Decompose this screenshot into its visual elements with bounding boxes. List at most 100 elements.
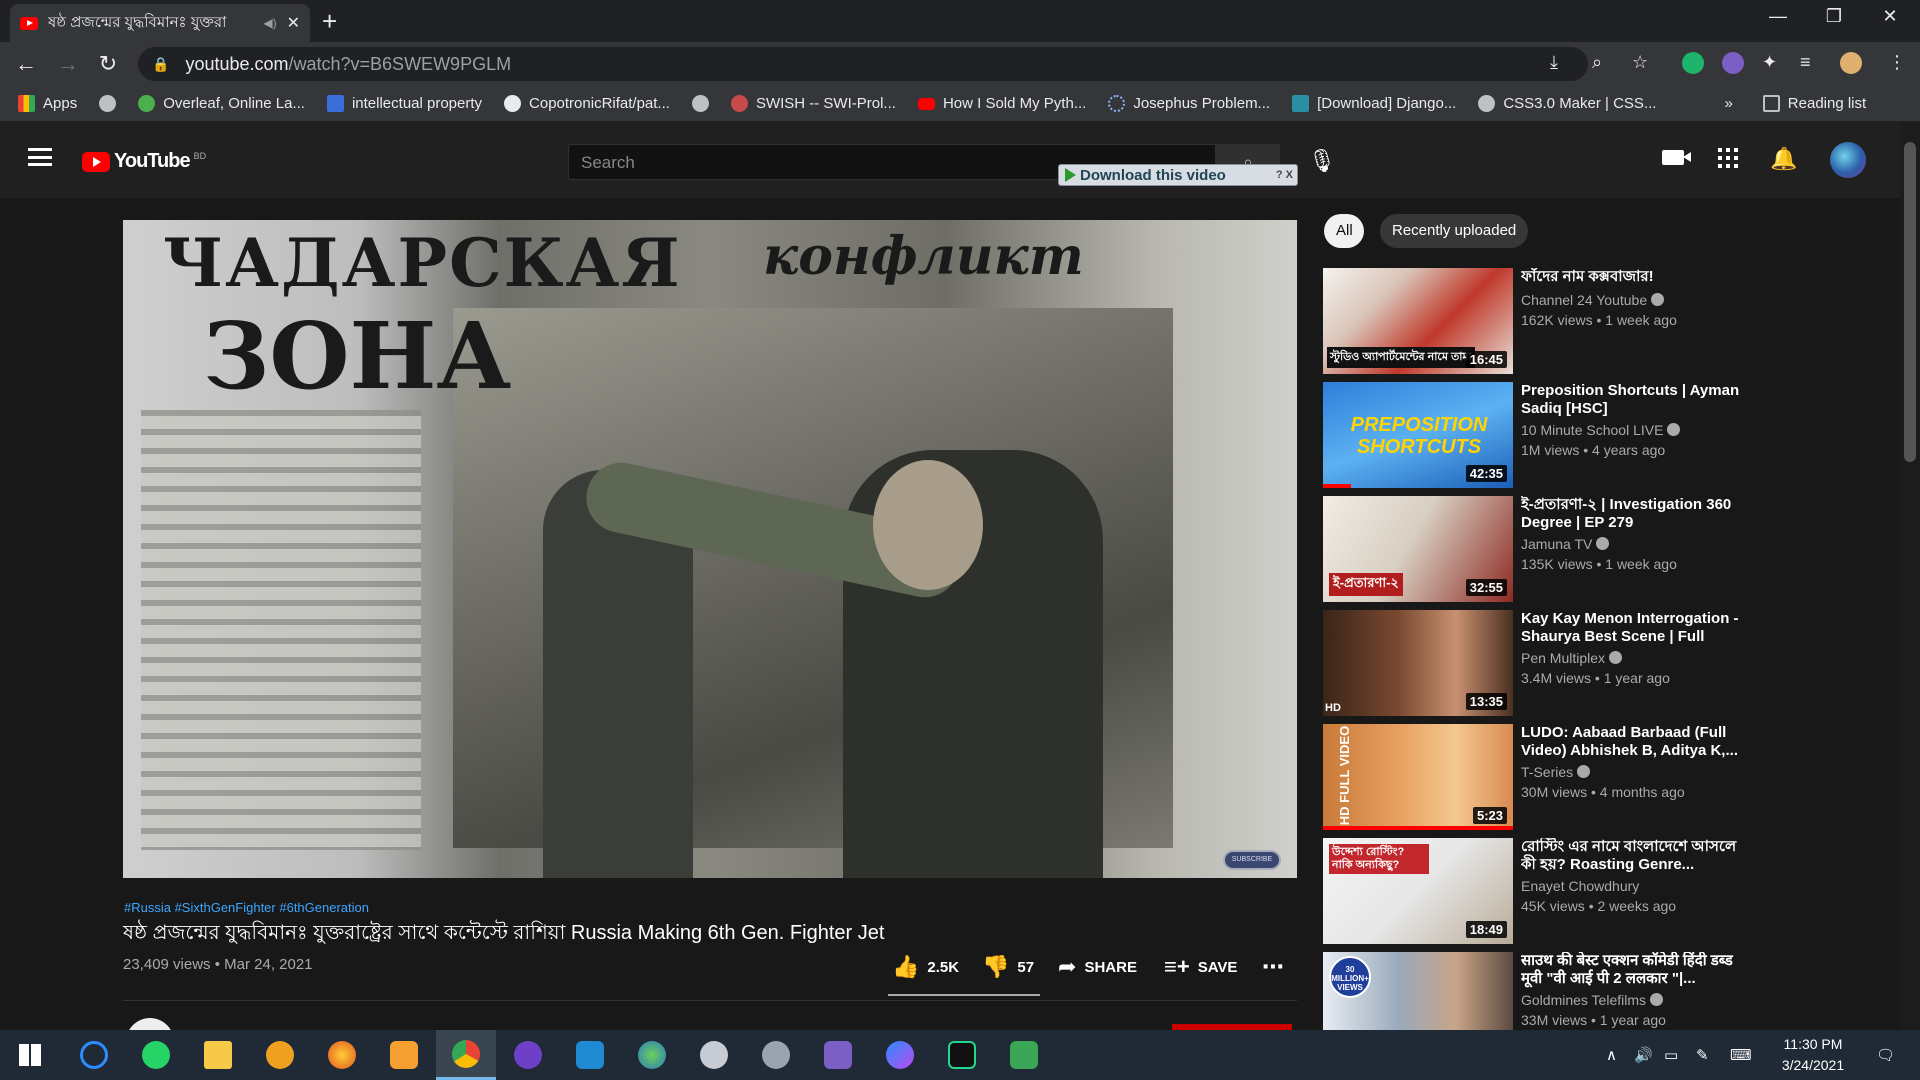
- taskbar-app-whatsapp[interactable]: [126, 1030, 186, 1080]
- recommendation-item[interactable]: উদ্দেশ্য রোস্টিং? নাকি অন্যকিছু? 18:49 র…: [1323, 838, 1843, 944]
- reload-icon[interactable]: ↻: [94, 51, 122, 77]
- recommendation-channel[interactable]: Pen Multiplex: [1521, 650, 1623, 666]
- recommendation-channel[interactable]: 10 Minute School LIVE: [1521, 422, 1681, 438]
- close-window-icon[interactable]: ✕: [1870, 6, 1910, 27]
- chrome-menu-icon[interactable]: ⋮: [1888, 52, 1906, 73]
- taskbar-app-vscode[interactable]: [560, 1030, 620, 1080]
- taskbar-app-pycharm[interactable]: [932, 1030, 992, 1080]
- video-thumbnail[interactable]: স্টুডিও অ্যাপার্টমেন্টের নামে তামা 16:45: [1323, 268, 1513, 374]
- recommendation-title[interactable]: ফাঁদের নাম কক্সবাজার!: [1521, 268, 1753, 286]
- video-thumbnail[interactable]: ই-প্রতারণা-২ 32:55: [1323, 496, 1513, 602]
- bookmark-globe[interactable]: [99, 95, 117, 112]
- recommendation-channel[interactable]: Channel 24 Youtube: [1521, 292, 1665, 308]
- extensions-puzzle-icon[interactable]: ✦: [1762, 52, 1777, 73]
- minimize-window-icon[interactable]: —: [1758, 6, 1798, 27]
- new-tab-icon[interactable]: +: [322, 6, 337, 37]
- video-thumbnail[interactable]: 30 MILLION+ VIEWS: [1323, 952, 1513, 1030]
- video-player[interactable]: ЧАДАРСКАЯ конфликт ЗОНА SUBSCRIBE: [123, 220, 1297, 878]
- restore-window-icon[interactable]: ❐: [1814, 6, 1854, 27]
- media-queue-icon[interactable]: ≡: [1800, 52, 1811, 73]
- recommendation-item[interactable]: 30 MILLION+ VIEWS साउथ की बेस्ट एक्शन कॉ…: [1323, 952, 1843, 1030]
- pen-icon[interactable]: ✎: [1696, 1046, 1709, 1064]
- grammarly-extension-icon[interactable]: [1682, 52, 1704, 74]
- back-icon[interactable]: ←: [12, 51, 40, 77]
- recommendation-item[interactable]: HD 13:35 Kay Kay Menon Interrogation - S…: [1323, 610, 1843, 716]
- youtube-apps-icon[interactable]: [1718, 148, 1738, 168]
- taskbar-app-satellite[interactable]: [746, 1030, 806, 1080]
- hamburger-menu-icon[interactable]: [28, 148, 52, 166]
- download-video-button[interactable]: Download this video ? X: [1058, 164, 1298, 186]
- notifications-bell-icon[interactable]: 🔔: [1770, 146, 1797, 172]
- chip-recently-uploaded[interactable]: Recently uploaded: [1380, 214, 1529, 248]
- bookmark-youtube[interactable]: How I Sold My Pyth...: [917, 95, 1086, 112]
- video-thumbnail[interactable]: উদ্দেশ্য রোস্টিং? নাকি অন্যকিছু? 18:49: [1323, 838, 1513, 944]
- extension-icon[interactable]: [1722, 52, 1744, 74]
- browser-tab-active[interactable]: ষষ্ঠ প্রজন্মের যুদ্ধবিমানঃ যুক্তরা ◀) ✕: [10, 4, 310, 42]
- taskbar-app-messenger[interactable]: [870, 1030, 930, 1080]
- dislike-button[interactable]: 👎 57: [982, 954, 1034, 980]
- recommendation-item[interactable]: ই-প্রতারণা-২ 32:55 ই-প্রতারণা-২ | Invest…: [1323, 496, 1843, 602]
- recommendation-item[interactable]: স্টুডিও অ্যাপার্টমেন্টের নামে তামা 16:45…: [1323, 268, 1843, 374]
- share-button[interactable]: ➦ SHARE: [1058, 954, 1137, 980]
- recommendation-title[interactable]: साउथ की बेस्ट एक्शन कॉमेडी हिंदी डब्ड मू…: [1521, 952, 1753, 988]
- bookmark-github[interactable]: CopotronicRifat/pat...: [504, 95, 670, 112]
- youtube-logo[interactable]: YouTube BD: [82, 150, 206, 173]
- network-icon[interactable]: ▭: [1664, 1046, 1678, 1064]
- chip-all[interactable]: All: [1324, 214, 1364, 248]
- recommendation-item[interactable]: HD FULL VIDEO 5:23 LUDO: Aabaad Barbaad …: [1323, 724, 1843, 830]
- bookmark-globe-2[interactable]: [691, 95, 709, 112]
- taskbar-app-bird[interactable]: [684, 1030, 744, 1080]
- recommendation-title[interactable]: রোস্টিং এর নামে বাংলাদেশে আসলে কী হয়? R…: [1521, 838, 1753, 874]
- zoom-icon[interactable]: ⌕: [1592, 52, 1602, 73]
- lock-icon[interactable]: 🔒: [152, 56, 169, 73]
- account-avatar[interactable]: [1830, 142, 1866, 178]
- video-thumbnail[interactable]: HD FULL VIDEO 5:23: [1323, 724, 1513, 830]
- recommendation-channel[interactable]: Goldmines Telefilms: [1521, 992, 1664, 1008]
- address-bar[interactable]: 🔒 youtube.com/watch?v=B6SWEW9PGLM: [138, 47, 1588, 81]
- bookmark-css3[interactable]: CSS3.0 Maker | CSS...: [1478, 95, 1656, 112]
- create-video-icon[interactable]: [1662, 150, 1691, 165]
- video-thumbnail[interactable]: PREPOSITION SHORTCUTS 42:35: [1323, 382, 1513, 488]
- download-help-close[interactable]: ? X: [1276, 169, 1297, 181]
- recommendation-title[interactable]: ই-প্রতারণা-২ | Investigation 360 Degree …: [1521, 496, 1753, 532]
- bookmark-django[interactable]: [Download] Django...: [1292, 95, 1456, 112]
- taskbar-app-chrome[interactable]: [436, 1030, 496, 1080]
- recommendation-title[interactable]: Preposition Shortcuts | Ayman Sadiq [HSC…: [1521, 382, 1753, 418]
- taskbar-app-cortana[interactable]: [64, 1030, 124, 1080]
- taskbar-app-brave[interactable]: [250, 1030, 310, 1080]
- recommendation-channel[interactable]: T-Series: [1521, 764, 1591, 780]
- bookmark-star-icon[interactable]: ☆: [1632, 52, 1648, 73]
- keyboard-icon[interactable]: ⌨: [1730, 1046, 1752, 1064]
- recommendation-channel[interactable]: Enayet Chowdhury: [1521, 878, 1639, 894]
- like-button[interactable]: 👍 2.5K: [892, 954, 959, 980]
- close-tab-icon[interactable]: ✕: [287, 13, 300, 33]
- bookmark-josephus[interactable]: Josephus Problem...: [1108, 95, 1270, 112]
- install-app-icon[interactable]: ⤓: [1550, 52, 1558, 73]
- start-button[interactable]: [0, 1030, 60, 1080]
- scrollbar-thumb[interactable]: [1904, 142, 1916, 462]
- volume-icon[interactable]: 🔊: [1634, 1046, 1653, 1064]
- bookmark-apps[interactable]: Apps: [18, 95, 77, 112]
- bookmarks-overflow[interactable]: »: [1724, 95, 1732, 112]
- recommendation-item[interactable]: PREPOSITION SHORTCUTS 42:35 Preposition …: [1323, 382, 1843, 488]
- recommendation-title[interactable]: Kay Kay Menon Interrogation - Shaurya Be…: [1521, 610, 1753, 646]
- tray-overflow-icon[interactable]: ∧: [1606, 1046, 1617, 1064]
- taskbar-app-vlc[interactable]: [374, 1030, 434, 1080]
- video-hashtags[interactable]: #Russia #SixthGenFighter #6thGeneration: [124, 900, 369, 915]
- speaker-icon[interactable]: ◀): [263, 16, 276, 30]
- save-button[interactable]: ≡+ SAVE: [1164, 954, 1237, 980]
- taskbar-app-globe[interactable]: [622, 1030, 682, 1080]
- more-actions-button[interactable]: ⋯: [1262, 954, 1284, 980]
- taskbar-app-visual-studio[interactable]: [808, 1030, 868, 1080]
- microphone-icon[interactable]: 🎙: [1308, 148, 1336, 174]
- forward-icon[interactable]: →: [54, 51, 82, 77]
- profile-avatar[interactable]: [1840, 52, 1862, 74]
- recommendation-channel[interactable]: Jamuna TV: [1521, 536, 1610, 552]
- reading-list[interactable]: Reading list: [1762, 95, 1866, 112]
- taskbar-app-firefox[interactable]: [312, 1030, 372, 1080]
- bookmark-swish[interactable]: SWISH -- SWI-Prol...: [730, 95, 896, 112]
- video-thumbnail[interactable]: HD 13:35: [1323, 610, 1513, 716]
- taskbar-app-sheets[interactable]: [994, 1030, 1054, 1080]
- recommendation-title[interactable]: LUDO: Aabaad Barbaad (Full Video) Abhish…: [1521, 724, 1753, 760]
- notifications-icon[interactable]: 🗨: [1876, 1046, 1895, 1064]
